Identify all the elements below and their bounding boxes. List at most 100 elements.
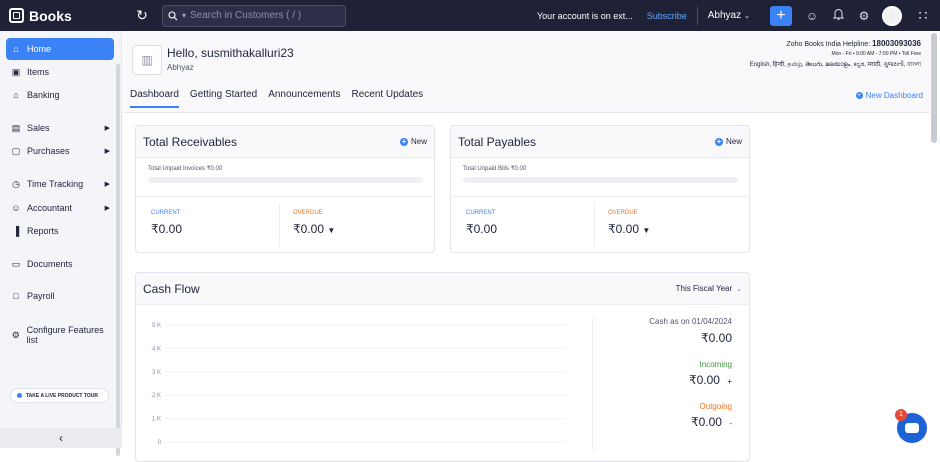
outgoing-value: ₹0.00 [690, 415, 722, 429]
user-avatar[interactable] [882, 5, 902, 26]
sidebar-scrollbar[interactable] [116, 64, 120, 456]
sidebar-item-purchases[interactable]: ▢ Purchases ▶ [6, 140, 114, 162]
main-content: ▥ Hello, susmithakalluri23 Abhyaz Zoho B… [123, 31, 930, 462]
search-box[interactable]: ▾ [162, 4, 346, 27]
product-tour-label: TAKE A LIVE PRODUCT TOUR [26, 392, 98, 399]
cash-flow-card: Cash Flow This Fiscal Year ⌄ 5 K 4 K 3 K 2 … [135, 272, 750, 462]
bank-icon: ⌂ [13, 90, 19, 100]
quick-create-button[interactable]: + [770, 5, 792, 26]
sidebar-item-label: Accountant [27, 203, 73, 213]
cart-icon: ▤ [11, 122, 21, 133]
divider [594, 203, 595, 247]
chat-bubble-icon [905, 423, 919, 433]
y-tick-label: 4 K [152, 346, 161, 352]
current-label: CURRENT [466, 210, 496, 216]
current-amount[interactable]: ₹0.00 [466, 222, 497, 236]
subscribe-link[interactable]: Subscribe [647, 11, 687, 21]
search-input[interactable] [190, 10, 331, 21]
helpline-number[interactable]: 18003093036 [872, 39, 921, 48]
expand-arrow-icon: ▶ [104, 181, 110, 188]
settings-gear-icon[interactable]: ⚙ [852, 9, 876, 23]
expand-arrow-icon: ▶ [104, 148, 110, 155]
y-tick-label: 5 K [152, 323, 161, 329]
cash-flow-chart: 5 K 4 K 3 K 2 K 1 K 0 [152, 323, 566, 446]
new-dashboard-button[interactable]: + New Dashboard [855, 91, 923, 100]
live-dot-icon [17, 393, 22, 398]
greeting: Hello, susmithakalluri23 [167, 46, 294, 60]
topbar-divider [696, 6, 698, 25]
chat-support-button[interactable]: 1 [895, 409, 927, 443]
period-label: This Fiscal Year [675, 284, 733, 293]
incoming-amount: ₹0.00 + [592, 373, 732, 387]
divider [136, 196, 434, 197]
sidebar-item-label: Documents [27, 259, 73, 269]
cash-flow-summary: Cash as on 01/04/2024 ₹0.00 Incoming ₹0.… [592, 317, 732, 429]
helpline: Zoho Books India Helpline: 18003093036 [786, 39, 921, 48]
helpline-languages: English, हिन्दी, தமிழ், తెలుగు, മലയാളം, … [749, 62, 921, 68]
org-name: Abhyaz [707, 10, 742, 21]
app-grid-icon[interactable]: ∷ [912, 7, 934, 24]
card-header: Cash Flow This Fiscal Year ⌄ [136, 273, 749, 305]
unpaid-progress-bar [148, 177, 423, 183]
sidebar-item-payroll[interactable]: □ Payroll [6, 285, 114, 307]
period-selector[interactable]: This Fiscal Year ⌄ [676, 284, 742, 293]
y-tick-label: 1 K [152, 417, 161, 423]
sidebar-item-items[interactable]: ▣ Items [6, 61, 114, 83]
sidebar-item-label: Items [27, 67, 50, 77]
collapse-sidebar-chevron-left-icon[interactable]: ‹ [0, 428, 122, 448]
sidebar-item-sales[interactable]: ▤ Sales ▶ [6, 117, 114, 139]
tab-dashboard[interactable]: Dashboard [130, 89, 179, 108]
plus-circle-icon: + [714, 136, 723, 146]
caret-down-icon[interactable]: ▼ [642, 226, 650, 235]
receivables-card: Total Receivables + New Total Unpaid Inv… [135, 125, 435, 253]
overdue-label: OVERDUE [608, 210, 638, 216]
product-tour-button[interactable]: TAKE A LIVE PRODUCT TOUR [10, 388, 109, 403]
chevron-down-icon: ⌄ [744, 12, 750, 20]
unpaid-total: Total Unpaid Invoices ₹0.00 [148, 166, 223, 172]
main-scrollbar[interactable] [931, 33, 937, 143]
unpaid-progress-bar [463, 177, 738, 183]
tab-announcements[interactable]: Announcements [268, 89, 340, 108]
sidebar-item-time-tracking[interactable]: ◷ Time Tracking ▶ [6, 173, 114, 195]
top-bar: Books ↻ ▾ Your account is on ext... Subs… [0, 0, 940, 31]
card-title: Total Receivables [143, 134, 238, 149]
tab-recent-updates[interactable]: Recent Updates [351, 89, 423, 108]
incoming-sign: + [727, 377, 732, 386]
sidebar-item-accountant[interactable]: ☺ Accountant ▶ [6, 197, 114, 219]
new-bill-button[interactable]: + New [714, 136, 742, 146]
sidebar-item-banking[interactable]: ⌂ Banking [6, 84, 114, 106]
current-label: CURRENT [151, 210, 181, 216]
sidebar-item-label: Sales [27, 123, 50, 133]
divider [279, 203, 280, 247]
refresh-icon[interactable]: ↻ [126, 7, 158, 24]
refer-icon[interactable]: ☺ [800, 9, 824, 23]
sidebar-item-documents[interactable]: ▭ Documents [6, 253, 114, 275]
overdue-amount[interactable]: ₹0.00 ▼ [608, 222, 650, 236]
current-amount[interactable]: ₹0.00 [151, 222, 182, 236]
outgoing-sign: - [729, 419, 732, 428]
dashboard-header: ▥ Hello, susmithakalluri23 Abhyaz Zoho B… [123, 31, 930, 113]
new-invoice-button[interactable]: + New [399, 137, 427, 146]
app-brand[interactable]: Books [0, 8, 122, 24]
caret-down-icon[interactable]: ▼ [327, 226, 335, 235]
sidebar: ⌂ Home ▣ Items ⌂ Banking ▤ Sales ▶ ▢ Pur… [0, 31, 122, 456]
sidebar-item-label: Time Tracking [27, 179, 84, 189]
overdue-amount[interactable]: ₹0.00 ▼ [293, 222, 335, 236]
sidebar-item-reports[interactable]: ▐ Reports [6, 220, 114, 242]
sidebar-item-label: Reports [27, 226, 59, 236]
tab-getting-started[interactable]: Getting Started [190, 89, 257, 108]
clock-icon: ◷ [12, 178, 20, 189]
cash-as-on-label: Cash as on 01/04/2024 [649, 317, 732, 326]
folder-icon: ▭ [11, 258, 21, 269]
sidebar-item-configure-features[interactable]: ⚙ Configure Features list [6, 324, 114, 346]
sidebar-item-home[interactable]: ⌂ Home [6, 38, 114, 60]
search-icon [168, 10, 178, 20]
box-icon: ▣ [11, 66, 21, 77]
notifications-bell-icon[interactable] [826, 8, 850, 23]
org-switcher[interactable]: Abhyaz ⌄ [708, 10, 750, 21]
chat-notification-badge: 1 [895, 409, 907, 421]
search-scope-chevron-icon[interactable]: ▾ [182, 11, 186, 20]
expand-arrow-icon: ▶ [104, 205, 110, 212]
card-header: Total Receivables + New [136, 126, 434, 158]
outgoing-amount: ₹0.00 - [592, 415, 732, 429]
